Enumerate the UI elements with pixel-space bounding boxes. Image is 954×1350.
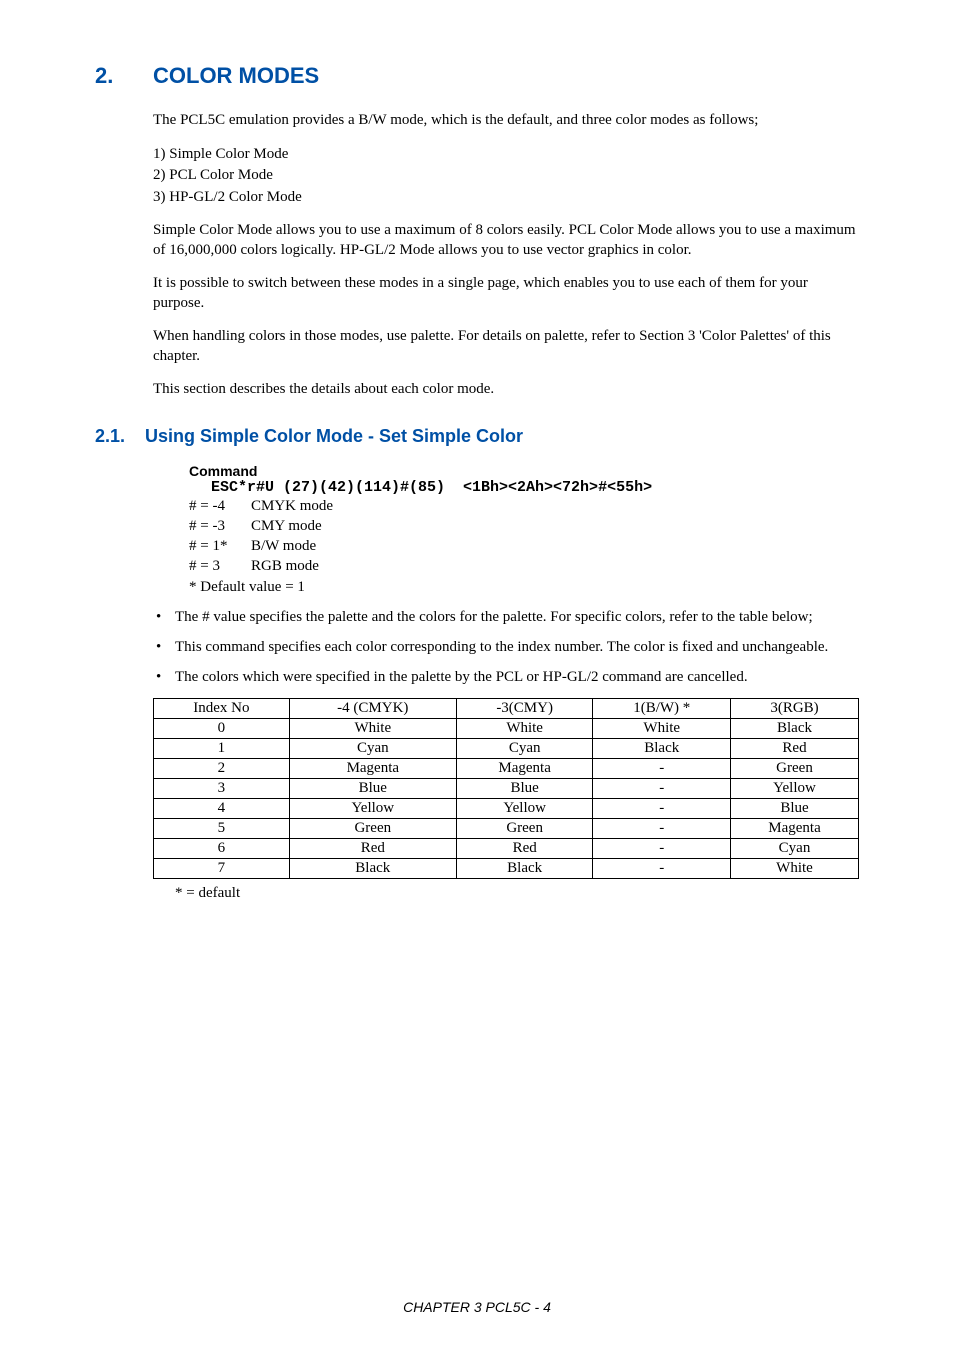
command-default: * Default value = 1 [189, 577, 859, 597]
table-footnote: * = default [175, 885, 859, 902]
table-cell: White [289, 718, 456, 738]
table-cell: 5 [154, 818, 290, 838]
bullet-item: The # value specifies the palette and th… [153, 607, 859, 627]
table-cell: Cyan [456, 738, 593, 758]
param-value: B/W mode [251, 538, 316, 554]
table-cell: 7 [154, 858, 290, 878]
heading-1: 2.COLOR MODES [95, 63, 859, 89]
table-cell: 4 [154, 798, 290, 818]
param-key: # = -3 [189, 516, 251, 536]
table-row: 3BlueBlue-Yellow [154, 778, 859, 798]
heading-1-number: 2. [95, 63, 153, 89]
heading-1-title: COLOR MODES [153, 63, 319, 88]
table-header-cell: 3(RGB) [731, 698, 859, 718]
command-param: # = -4CMYK mode [189, 496, 859, 516]
table-cell: 0 [154, 718, 290, 738]
heading-2-number: 2.1. [95, 426, 145, 447]
command-heading: Command [189, 463, 859, 479]
table-cell: White [456, 718, 593, 738]
table-header-cell: -4 (CMYK) [289, 698, 456, 718]
param-key: # = 1* [189, 536, 251, 556]
table-row: 2MagentaMagenta-Green [154, 758, 859, 778]
bullet-list: The # value specifies the palette and th… [153, 607, 859, 688]
table-row: 1CyanCyanBlackRed [154, 738, 859, 758]
table-cell: Black [456, 858, 593, 878]
table-header-cell: -3(CMY) [456, 698, 593, 718]
command-param: # = 1*B/W mode [189, 536, 859, 556]
param-key: # = 3 [189, 556, 251, 576]
table-cell: - [593, 758, 731, 778]
table-cell: - [593, 778, 731, 798]
body-paragraph: It is possible to switch between these m… [153, 274, 859, 313]
table-row: 4YellowYellow-Blue [154, 798, 859, 818]
table-cell: Red [456, 838, 593, 858]
mode-list-item: 3) HP-GL/2 Color Mode [153, 188, 859, 208]
table-cell: 2 [154, 758, 290, 778]
table-header-cell: 1(B/W) * [593, 698, 731, 718]
table-cell: Cyan [289, 738, 456, 758]
table-cell: Blue [289, 778, 456, 798]
table-cell: - [593, 798, 731, 818]
mode-list: 1) Simple Color Mode 2) PCL Color Mode 3… [153, 145, 859, 208]
mode-list-item: 1) Simple Color Mode [153, 145, 859, 165]
page-footer: CHAPTER 3 PCL5C - 4 [0, 1299, 954, 1315]
table-cell: White [731, 858, 859, 878]
table-cell: Black [289, 858, 456, 878]
command-param: # = -3CMY mode [189, 516, 859, 536]
param-key: # = -4 [189, 496, 251, 516]
table-cell: 1 [154, 738, 290, 758]
body-paragraph: This section describes the details about… [153, 380, 859, 400]
table-cell: Magenta [456, 758, 593, 778]
table-cell: Red [731, 738, 859, 758]
table-header-cell: Index No [154, 698, 290, 718]
color-table: Index No -4 (CMYK) -3(CMY) 1(B/W) * 3(RG… [153, 698, 859, 879]
table-row: 0WhiteWhiteWhiteBlack [154, 718, 859, 738]
table-row: 5GreenGreen-Magenta [154, 818, 859, 838]
table-row: 7BlackBlack-White [154, 858, 859, 878]
table-cell: Yellow [456, 798, 593, 818]
command-code: ESC*r#U (27)(42)(114)#(85) <1Bh><2Ah><72… [211, 479, 859, 496]
table-cell: White [593, 718, 731, 738]
table-cell: Red [289, 838, 456, 858]
body-paragraph: Simple Color Mode allows you to use a ma… [153, 221, 859, 260]
mode-list-item: 2) PCL Color Mode [153, 166, 859, 186]
table-cell: Yellow [731, 778, 859, 798]
table-cell: Black [593, 738, 731, 758]
heading-2: 2.1.Using Simple Color Mode - Set Simple… [95, 426, 859, 447]
param-value: RGB mode [251, 558, 319, 574]
table-cell: Cyan [731, 838, 859, 858]
table-cell: Green [456, 818, 593, 838]
body-paragraph: When handling colors in those modes, use… [153, 327, 859, 366]
bullet-item: This command specifies each color corres… [153, 637, 859, 657]
heading-2-title: Using Simple Color Mode - Set Simple Col… [145, 426, 523, 446]
table-cell: 6 [154, 838, 290, 858]
param-value: CMY mode [251, 518, 322, 534]
param-value: CMYK mode [251, 498, 333, 514]
table-cell: Magenta [289, 758, 456, 778]
table-cell: - [593, 818, 731, 838]
table-cell: Yellow [289, 798, 456, 818]
table-header-row: Index No -4 (CMYK) -3(CMY) 1(B/W) * 3(RG… [154, 698, 859, 718]
command-param: # = 3RGB mode [189, 556, 859, 576]
table-cell: Black [731, 718, 859, 738]
table-cell: Green [731, 758, 859, 778]
intro-paragraph: The PCL5C emulation provides a B/W mode,… [153, 111, 859, 131]
bullet-item: The colors which were specified in the p… [153, 667, 859, 687]
table-cell: Magenta [731, 818, 859, 838]
table-cell: Blue [456, 778, 593, 798]
table-cell: Blue [731, 798, 859, 818]
table-cell: - [593, 838, 731, 858]
table-cell: Green [289, 818, 456, 838]
table-row: 6RedRed-Cyan [154, 838, 859, 858]
table-cell: - [593, 858, 731, 878]
table-cell: 3 [154, 778, 290, 798]
